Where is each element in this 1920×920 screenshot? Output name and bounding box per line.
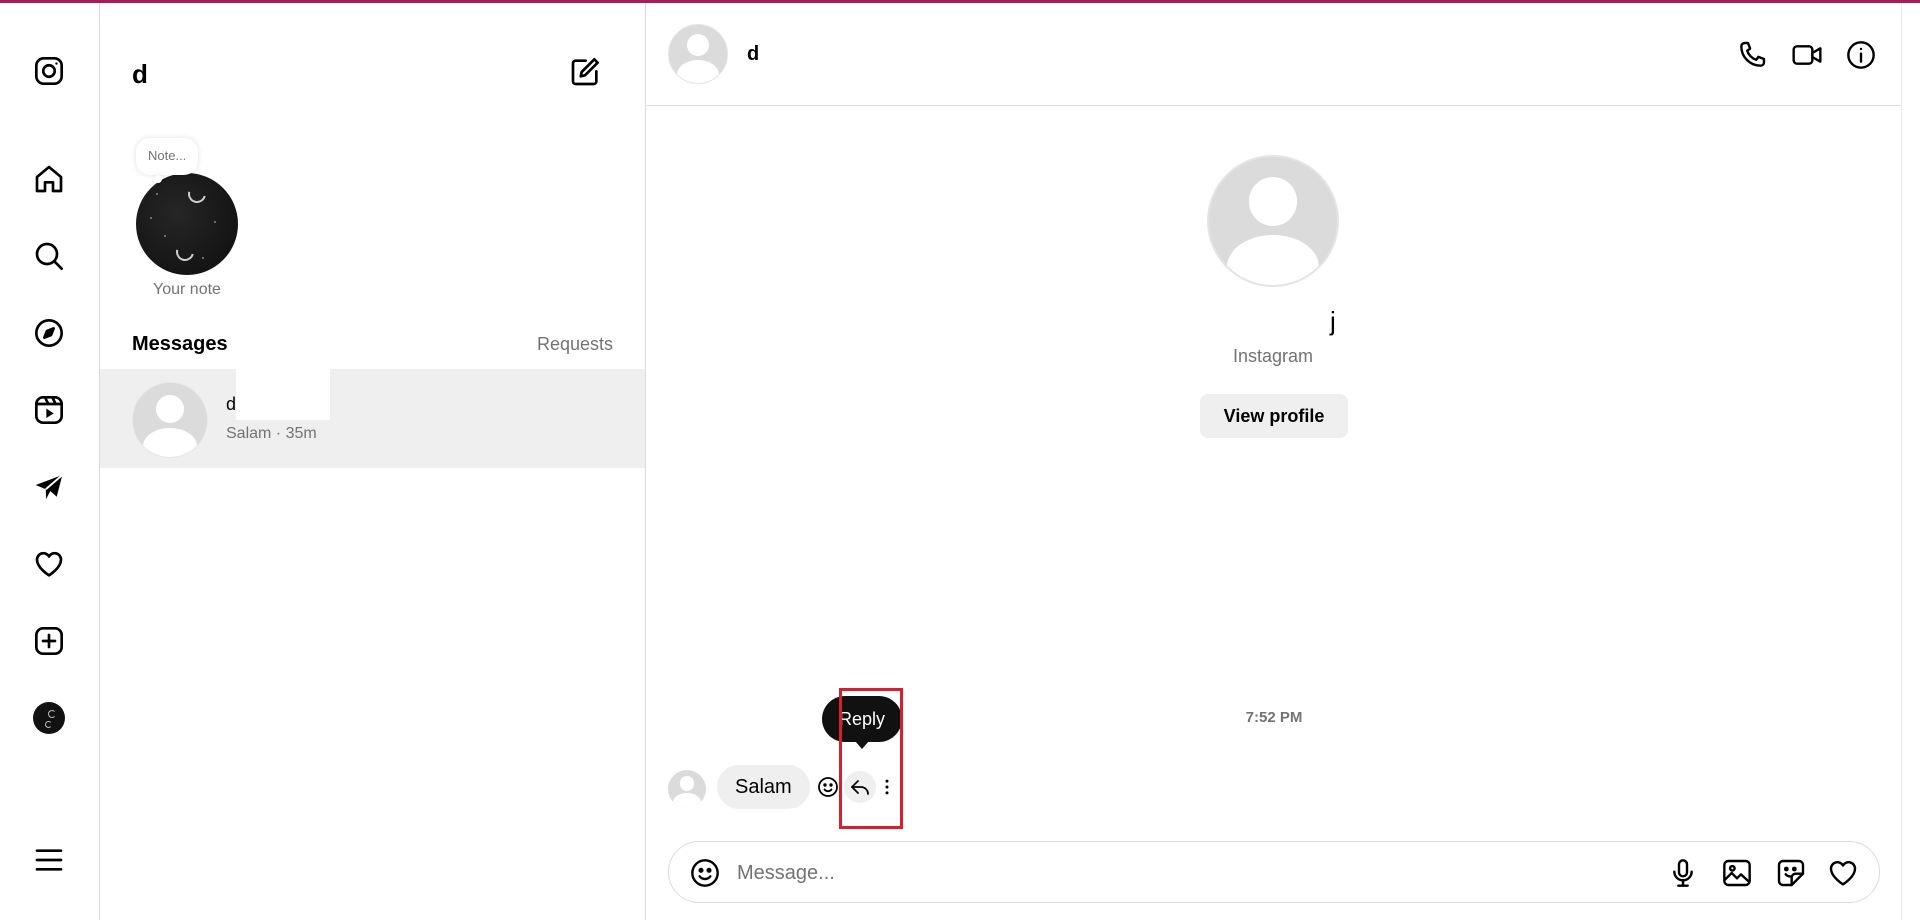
thread-name: d — [226, 394, 237, 414]
video-call-icon[interactable] — [1789, 37, 1825, 73]
message-sender-avatar[interactable] — [668, 770, 706, 808]
chat-header-name[interactable]: d — [747, 43, 759, 66]
instagram-logo-icon[interactable] — [31, 53, 67, 89]
inbox-panel: d Note... Your note Messages Requests d … — [100, 3, 646, 920]
chat-header-avatar[interactable] — [668, 24, 728, 84]
reels-icon[interactable] — [31, 392, 67, 428]
your-note-label: Your note — [153, 281, 221, 298]
thread-preview: Salam · 35m — [226, 425, 317, 442]
add-photo-icon[interactable] — [1719, 855, 1755, 891]
your-note-avatar[interactable] — [136, 173, 238, 275]
phone-call-icon[interactable] — [1734, 37, 1770, 73]
chat-panel: d j Instagram View profile 7:52 PM Salam… — [647, 3, 1920, 920]
messages-heading: Messages — [132, 333, 228, 355]
like-heart-icon[interactable] — [1825, 855, 1861, 891]
create-plus-icon[interactable] — [31, 623, 67, 659]
inbox-username[interactable]: d — [132, 59, 148, 90]
note-bubble[interactable]: Note... — [136, 138, 199, 183]
profile-avatar-image — [33, 702, 65, 734]
sidebar-nav — [0, 3, 100, 920]
thread-row[interactable]: d Salam · 35m — [100, 369, 645, 468]
contact-profile-avatar — [1207, 155, 1339, 287]
contact-profile-name: j — [1330, 306, 1336, 336]
message-timestamp: 7:52 PM — [1245, 709, 1303, 726]
home-icon[interactable] — [31, 161, 67, 197]
message-composer — [668, 841, 1880, 903]
view-profile-button[interactable]: View profile — [1200, 394, 1348, 438]
scrollbar-track[interactable] — [1901, 3, 1902, 920]
new-message-icon[interactable] — [566, 53, 604, 91]
requests-link[interactable]: Requests — [537, 334, 613, 355]
emoji-picker-icon[interactable] — [687, 855, 723, 891]
voice-message-icon[interactable] — [1665, 855, 1701, 891]
explore-compass-icon[interactable] — [31, 315, 67, 351]
conversation-info-icon[interactable] — [1843, 37, 1879, 73]
highlight-annotation-box — [839, 688, 903, 829]
sticker-icon[interactable] — [1773, 855, 1809, 891]
chat-header: d — [647, 3, 1901, 106]
notifications-heart-icon[interactable] — [31, 546, 67, 582]
message-bubble[interactable]: Salam — [717, 765, 810, 809]
messages-send-icon[interactable] — [31, 469, 67, 505]
thread-avatar — [132, 382, 208, 458]
more-menu-icon[interactable] — [31, 842, 67, 878]
search-icon[interactable] — [31, 238, 67, 274]
contact-profile-subtitle: Instagram — [1232, 346, 1314, 366]
redaction-block — [236, 369, 330, 420]
message-input[interactable] — [737, 855, 1617, 891]
react-emoji-icon[interactable] — [814, 773, 842, 801]
profile-avatar[interactable] — [31, 700, 67, 736]
